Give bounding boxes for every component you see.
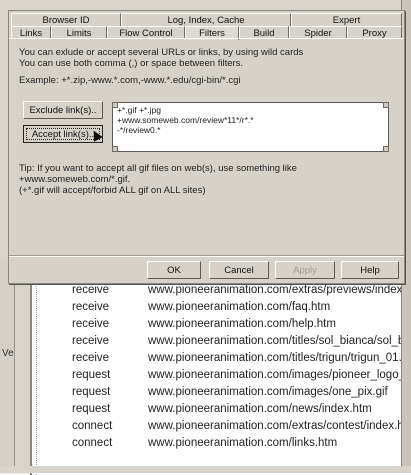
tip-line-1: Tip: If you want to accept all gif files… [19, 163, 297, 174]
exclude-links-button[interactable]: Exclude link(s).. [23, 101, 103, 119]
log-action: connect [72, 437, 113, 449]
filters-textarea[interactable]: +*.gif +*.jpg +www.someweb.com/review*11… [112, 102, 389, 152]
log-action: receive [72, 284, 110, 296]
resize-grip-icon[interactable] [383, 146, 389, 152]
log-url: www.pioneeranimation.com/images/one_pix.… [148, 386, 388, 398]
filter-line: +*.gif +*.jpg [117, 105, 161, 115]
apply-button[interactable]: Apply [275, 261, 335, 279]
log-url: www.pioneeranimation.com/links.htm [148, 437, 338, 449]
log-url: www.pioneeranimation.com/images/pioneer_… [148, 369, 411, 381]
log-url: www.pioneeranimation.com/extras/previews… [148, 284, 411, 296]
tip-line-2: +www.someweb.com/*.gif. [19, 174, 131, 185]
intro-line-2: You can use both comma (,) or space betw… [19, 58, 244, 69]
log-action: receive [72, 335, 110, 347]
intro-line-1: You can exlude or accept several URLs or… [19, 47, 304, 58]
ok-button[interactable]: OK [147, 261, 201, 279]
log-url: www.pioneeranimation.com/help.htm [148, 318, 336, 330]
log-url: www.pioneeranimation.com/extras/contest/… [148, 420, 411, 432]
log-url: www.pioneeranimation.com/titles/trigun/t… [148, 352, 411, 364]
intro-example: Example: +*.zip,-www.*.com,-www.*.edu/cg… [19, 75, 241, 86]
log-action: connect [72, 420, 113, 432]
log-action: request [72, 403, 111, 415]
cancel-button[interactable]: Cancel [209, 261, 269, 279]
bottom-edge [0, 466, 411, 473]
options-dialog: Browser ID Log, Index, Cache Expert Link… [8, 10, 405, 284]
log-action: request [72, 369, 111, 381]
resize-grip-icon[interactable] [383, 102, 389, 108]
help-button[interactable]: Help [341, 261, 399, 279]
left-pane-label: Ve [2, 348, 14, 359]
button-separator [9, 255, 404, 257]
tip-line-3: (+*.gif will accept/forbid ALL gif on AL… [19, 185, 206, 196]
resize-grip-icon[interactable] [112, 146, 118, 152]
log-url: www.pioneeranimation.com/news/index.htm [148, 403, 372, 415]
log-action: request [72, 386, 111, 398]
log-action: receive [72, 352, 110, 364]
tab-browser-id[interactable]: Browser ID [11, 13, 121, 26]
tab-log-index-cache[interactable]: Log, Index, Cache [121, 13, 291, 26]
left-pane: Ve [0, 260, 15, 473]
log-action: receive [72, 318, 110, 330]
resize-grip-icon[interactable] [112, 102, 118, 108]
log-url: www.pioneeranimation.com/faq.htm [148, 301, 331, 313]
log-list[interactable]: receive www.pioneeranimation.com/extras/p… [30, 262, 411, 475]
log-url: www.pioneeranimation.com/titles/sol_bian… [148, 335, 411, 347]
filter-line: +www.someweb.com/review*11*/r*.* [117, 115, 254, 125]
tab-expert[interactable]: Expert [291, 13, 402, 26]
log-action: receive [72, 301, 110, 313]
tab-divider [9, 38, 404, 39]
tree-lines [36, 264, 49, 475]
filter-line: -*/review0.* [117, 125, 161, 135]
